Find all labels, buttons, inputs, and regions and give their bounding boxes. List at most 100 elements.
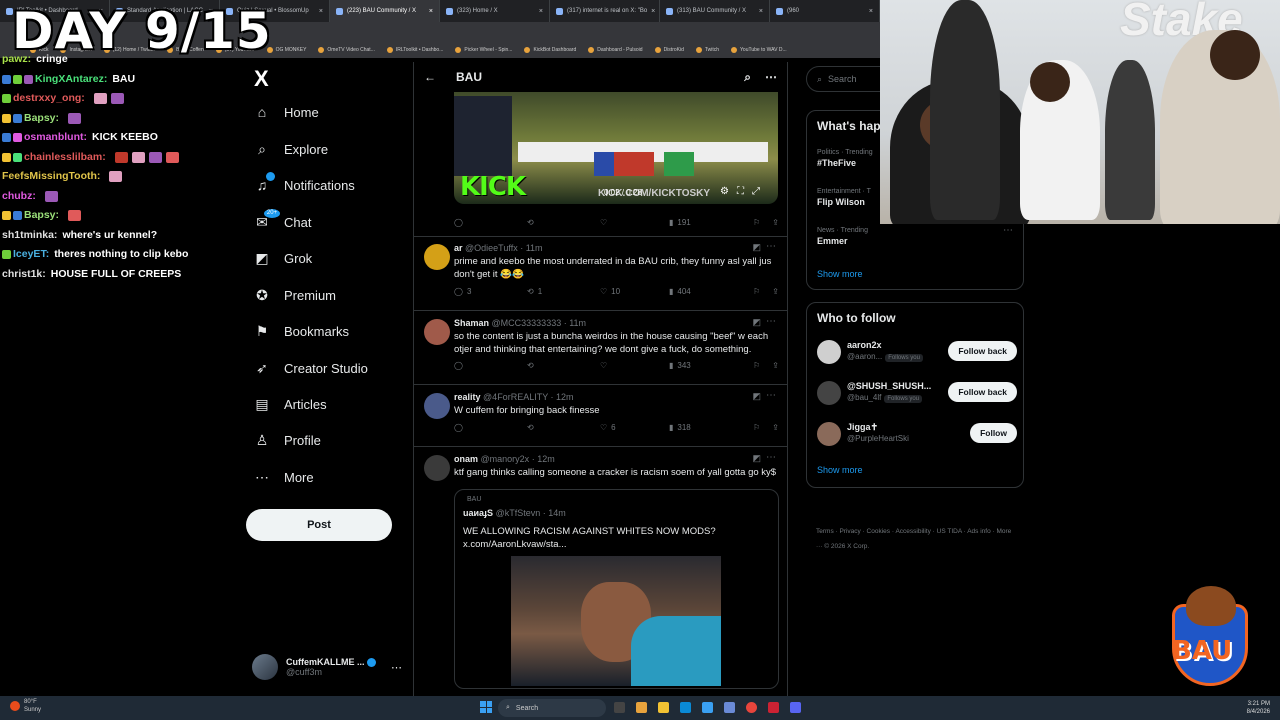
tab-close-icon[interactable]: × [869,8,873,15]
bookmark-item[interactable]: Twitch [696,47,719,53]
footer-links[interactable]: Terms · Privacy · Cookies · Accessibilit… [816,524,1016,554]
reply-button[interactable]: ◯ 3 [454,287,527,296]
follow-suggestion[interactable]: @SHUSH_SHUSH... @bau_4lf Follows you Follow… [817,379,1017,409]
chrome-icon[interactable] [746,702,757,713]
system-clock[interactable]: 3:21 PM 8/4/2026 [1247,700,1270,716]
views-icon[interactable]: ▮ 191 [669,218,747,227]
tweet-more-icon[interactable]: ⋯ [766,390,777,401]
trends-show-more[interactable]: Show more [817,269,863,279]
account-more-icon[interactable]: ⋯ [391,661,402,674]
follow-suggestion[interactable]: aaron2x @aaron... Follows you Follow back [817,338,1017,368]
repost-button[interactable]: ⟲ 1 [527,287,600,296]
suggestion-avatar[interactable] [817,381,841,405]
tweet-avatar[interactable] [424,319,450,345]
x-logo[interactable]: X [254,66,269,92]
tweet-time[interactable]: 11m [526,243,543,253]
nav-item-home[interactable]: ⌂ Home [254,104,319,120]
quote-media-image[interactable] [511,556,721,686]
nav-item-articles[interactable]: ▤ Articles [254,396,326,412]
bookmark-item[interactable]: OmeTV Video Chat... [318,47,374,53]
browser-tab[interactable]: (313) BAU Community / X × [660,0,770,22]
bookmark-icon[interactable]: ⚐ [753,218,760,227]
back-arrow-icon[interactable]: ← [424,70,436,84]
chat-username[interactable]: christ1k: [2,265,46,285]
share-icon[interactable]: ⇪ [772,287,779,296]
repost-button[interactable]: ⟲ [527,361,600,370]
nav-item-more[interactable]: ⋯ More [254,469,314,485]
tweet-author-name[interactable]: reality [454,392,481,402]
chat-username[interactable]: chainlesslilbam: [24,148,106,168]
nav-item-grok[interactable]: ◩ Grok [254,250,312,266]
trend-item[interactable]: Politics · Trending #TheFive [817,149,873,168]
tweet-more-icon[interactable]: ⋯ [766,316,777,327]
trend-item[interactable]: Entertainment · T Flip Wilson [817,188,871,207]
tweet[interactable]: ar @OdieeTuffx · 11m ◩ ⋯ prime and keebo th… [414,236,787,311]
grok-explain-icon[interactable]: ◩ [752,453,761,464]
grok-explain-icon[interactable]: ◩ [752,391,761,402]
chat-username[interactable]: chubz: [2,187,36,207]
task-view-icon[interactable] [614,702,625,713]
tweet[interactable]: onam @manory2x · 12m ◩ ⋯ ktf gang thinks ca… [414,447,787,696]
views-button[interactable]: ▮ 318 [669,423,747,432]
trend-item[interactable]: News · Trending Emmer [817,227,868,246]
app-icon-1[interactable] [636,702,647,713]
bookmark-item[interactable]: Picker Wheel - Spin... [455,47,512,53]
tweet-time[interactable]: 11m [569,318,586,328]
bookmark-icon[interactable]: ⚐ [753,287,760,296]
share-icon[interactable]: ⇪ [772,361,779,370]
more-options-icon[interactable]: ⋯ [765,70,777,85]
grok-explain-icon[interactable]: ◩ [752,242,761,253]
tweet-author-name[interactable]: Shaman [454,318,489,328]
nav-item-notifications[interactable]: ♫ Notifications [254,172,355,193]
tab-close-icon[interactable]: × [759,8,763,15]
chat-username[interactable]: osmanblunt: [24,128,87,148]
edge-icon[interactable] [680,702,691,713]
chat-username[interactable]: IceyET: [13,245,49,265]
weather-widget[interactable]: 80°F Sunny [10,698,41,714]
nav-item-premium[interactable]: ✪ Premium [254,287,336,303]
chat-username[interactable]: Bapsy: [24,206,59,226]
repost-icon[interactable]: ⟲ [527,218,600,227]
tweet-time[interactable]: 12m [537,454,555,464]
bookmark-item[interactable]: OG MONKEY [267,47,307,53]
follow-button[interactable]: Follow back [948,341,1017,361]
follow-show-more[interactable]: Show more [817,465,863,475]
browser-tab[interactable]: (960 × [770,0,880,22]
browser-tab[interactable]: (223) BAU Community / X × [330,0,440,22]
search-icon[interactable]: ⌕ [744,70,751,85]
views-button[interactable]: ▮ 404 [669,287,747,296]
tweet-more-icon[interactable]: ⋯ [766,452,777,463]
chat-username[interactable]: Bapsy: [24,109,59,129]
like-button[interactable]: ♡ 10 [600,287,669,296]
nav-item-explore[interactable]: ⌕ Explore [254,141,328,157]
bookmark-item[interactable]: IRLToolkit • Dashbo... [387,47,444,53]
browser-tab[interactable]: (317) internet is real on X: "Bo × [550,0,660,22]
repost-button[interactable]: ⟲ [527,423,600,432]
nav-item-profile[interactable]: ♙ Profile [254,432,321,448]
tweet-author-handle[interactable]: @4ForREALITY [483,392,548,402]
reply-button[interactable]: ◯ [454,361,527,370]
follow-button[interactable]: Follow [970,423,1017,443]
nav-item-creator-studio[interactable]: ➶ Creator Studio [254,360,368,376]
file-explorer-icon[interactable] [658,702,669,713]
store-icon[interactable] [702,702,713,713]
taskbar-search[interactable]: ⌕ Search [498,699,606,717]
follow-button[interactable]: Follow back [948,382,1017,402]
reply-icon[interactable]: ◯ [454,218,527,227]
app-icon-2[interactable] [724,702,735,713]
suggestion-avatar[interactable] [817,422,841,446]
post-button[interactable]: Post [246,509,392,541]
windows-start-icon[interactable] [480,701,492,713]
bookmark-item[interactable]: DistroKid [655,47,684,53]
share-icon[interactable]: ⇪ [772,423,779,432]
tweet-author-name[interactable]: onam [454,454,478,464]
chat-username[interactable]: destrxxy_ong: [13,89,85,109]
chat-username[interactable]: FeefsMissingTooth: [2,167,100,187]
tab-close-icon[interactable]: × [539,8,543,15]
account-switcher[interactable]: CuffemKALLME ... @cuff3m ⋯ [252,654,402,680]
tweet-author-handle[interactable]: @MCC33333333 [492,318,562,328]
nav-item-chat[interactable]: ✉ 20+ Chat [254,209,311,230]
grok-explain-icon[interactable]: ◩ [752,317,761,328]
browser-tab[interactable]: (323) Home / X × [440,0,550,22]
chat-username[interactable]: KingXAntarez: [35,70,107,90]
